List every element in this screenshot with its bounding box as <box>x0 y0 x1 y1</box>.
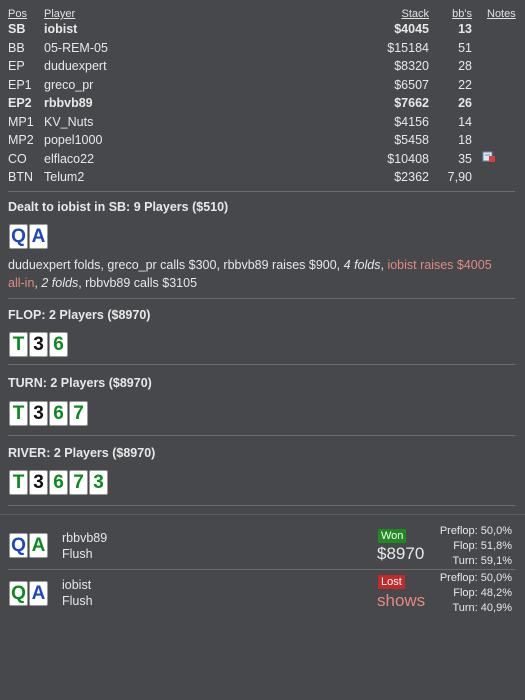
playing-card: A <box>29 581 48 606</box>
player-row[interactable]: EP2 rbbvb89 $7662 26 <box>0 96 525 114</box>
won-badge: Won <box>378 529 407 543</box>
player-row[interactable]: BTN Telum2 $2362 7,90 <box>0 170 525 188</box>
playing-card: Q <box>9 224 28 249</box>
river-cards: T3673 <box>9 470 108 495</box>
divider <box>8 435 515 436</box>
player-name: duduexpert <box>44 59 107 73</box>
preflop-title: Dealt to iobist in SB: 9 Players ($510) <box>8 200 229 214</box>
playing-card: 3 <box>89 470 108 495</box>
playing-card: 6 <box>49 332 68 357</box>
loser-hand: Flush <box>62 594 93 608</box>
header-notes[interactable]: Notes <box>487 8 516 20</box>
playing-card: 7 <box>69 401 88 426</box>
turn-cards: T367 <box>9 401 88 426</box>
player-bb: 13 <box>458 22 472 36</box>
player-position: MP1 <box>8 114 34 129</box>
player-position: BB <box>8 40 25 55</box>
header-bbs[interactable]: bb's <box>452 8 472 20</box>
player-name: Telum2 <box>44 170 85 184</box>
player-position: EP <box>8 59 25 73</box>
note-icon[interactable] <box>482 151 496 163</box>
divider <box>8 569 515 570</box>
player-name: elflaco22 <box>44 151 95 166</box>
player-position: EP1 <box>8 77 32 92</box>
playing-card: A <box>29 224 48 249</box>
player-bb: 22 <box>458 77 472 92</box>
player-row[interactable]: MP1 KV_Nuts $4156 14 <box>0 115 525 133</box>
player-position: EP2 <box>8 96 32 110</box>
hole-cards: QA <box>9 224 48 249</box>
header-player[interactable]: Player <box>44 8 75 20</box>
playing-card: 6 <box>49 401 68 426</box>
player-bb: 28 <box>458 59 472 73</box>
turn-title: TURN: 2 Players ($8970) <box>8 376 152 390</box>
playing-card: T <box>9 401 28 426</box>
player-stack: $8320 <box>394 59 429 73</box>
won-amount: $8970 <box>377 544 425 563</box>
player-row[interactable]: EP duduexpert $8320 28 <box>0 59 525 77</box>
shows-label: shows <box>377 591 426 610</box>
playing-card: A <box>29 533 48 558</box>
playing-card: Q <box>9 533 28 558</box>
player-row[interactable]: SB iobist $4045 13 <box>0 22 525 40</box>
player-name: popel1000 <box>44 133 103 147</box>
loser-name[interactable]: iobist <box>62 578 91 592</box>
player-position: CO <box>8 151 27 166</box>
divider <box>8 298 515 299</box>
playing-card: 3 <box>29 332 48 357</box>
loser-cards: QA <box>9 581 48 606</box>
playing-card: T <box>9 332 28 357</box>
player-position: BTN <box>8 170 33 184</box>
player-stack: $15184 <box>387 40 429 55</box>
player-bb: 35 <box>458 151 472 166</box>
player-bb: 51 <box>458 40 472 55</box>
river-title: RIVER: 2 Players ($8970) <box>8 446 156 460</box>
header-pos[interactable]: Pos <box>8 8 27 20</box>
lost-badge: Lost <box>378 575 405 589</box>
player-row[interactable]: MP2 popel1000 $5458 18 <box>0 133 525 151</box>
divider <box>8 191 515 192</box>
loser-equity: Preflop: 50,0% Flop: 48,2% Turn: 40,9% <box>439 572 512 614</box>
winner-cards: QA <box>9 533 48 558</box>
player-row[interactable]: EP1 greco_pr $6507 22 <box>0 78 525 96</box>
player-bb: 7,90 <box>447 170 472 184</box>
player-stack: $5458 <box>394 133 429 147</box>
player-stack: $4156 <box>394 114 429 129</box>
player-bb: 18 <box>458 133 472 147</box>
playing-card: 3 <box>29 401 48 426</box>
player-row[interactable]: BB 05-REM-05 $15184 51 <box>0 41 525 59</box>
player-stack: $4045 <box>394 22 429 36</box>
player-name: iobist <box>44 22 78 36</box>
flop-title: FLOP: 2 Players ($8970) <box>8 308 151 322</box>
playing-card: 3 <box>29 470 48 495</box>
playing-card: 6 <box>49 470 68 495</box>
playing-card: T <box>9 470 28 495</box>
playing-card: Q <box>9 581 28 606</box>
header-stack[interactable]: Stack <box>401 8 429 20</box>
player-bb: 26 <box>458 96 472 110</box>
flop-cards: T36 <box>9 332 68 357</box>
divider <box>8 364 515 365</box>
winner-name[interactable]: rbbvb89 <box>62 531 107 545</box>
player-name: greco_pr <box>44 77 94 92</box>
player-name: 05-REM-05 <box>44 40 108 55</box>
winner-equity: Preflop: 50,0% Flop: 51,8% Turn: 59,1% <box>439 525 512 567</box>
player-stack: $2362 <box>394 170 429 184</box>
preflop-action: duduexpert folds, greco_pr calls $300, r… <box>8 258 492 290</box>
player-name: KV_Nuts <box>44 114 94 129</box>
player-row[interactable]: CO elflaco22 $10408 35 <box>0 152 525 170</box>
player-stack: $10408 <box>387 151 429 166</box>
playing-card: 7 <box>69 470 88 495</box>
player-position: SB <box>8 22 26 36</box>
winner-hand: Flush <box>62 547 93 561</box>
player-stack: $7662 <box>394 96 429 110</box>
player-position: MP2 <box>8 133 34 147</box>
player-stack: $6507 <box>394 77 429 92</box>
player-bb: 14 <box>458 114 472 129</box>
divider <box>8 505 515 506</box>
divider <box>0 514 525 515</box>
player-name: rbbvb89 <box>44 96 93 110</box>
